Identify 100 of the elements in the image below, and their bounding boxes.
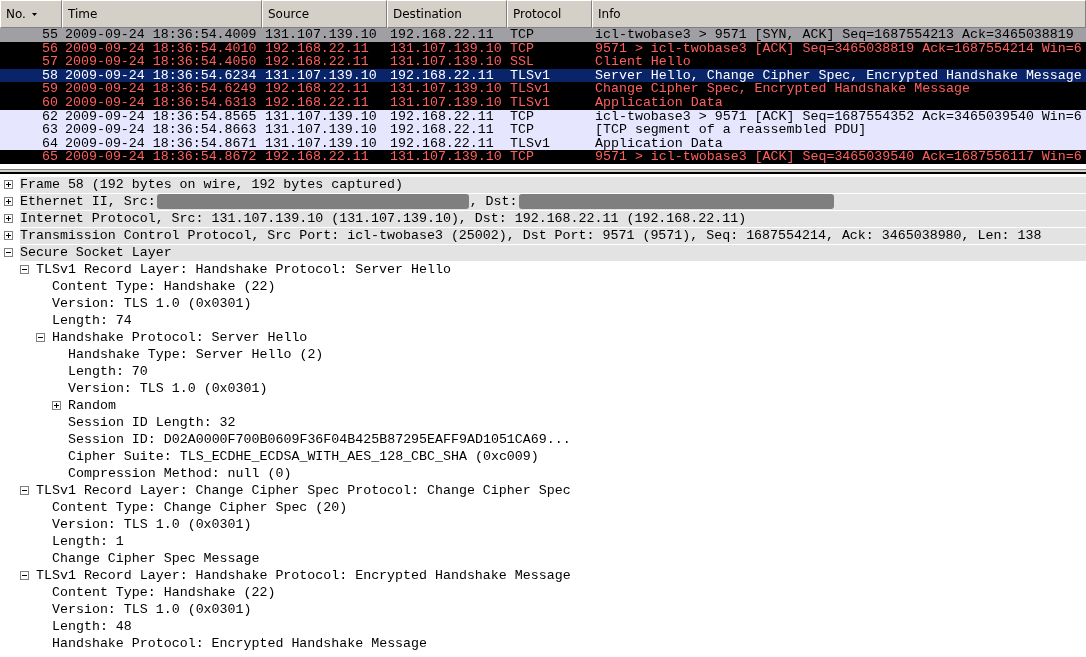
table-cell-text: 2009-09-24 18:36:54.8565: [64, 109, 258, 124]
table-cell-text: 57: [41, 55, 59, 69]
column-header[interactable]: Time: [62, 0, 262, 28]
detail-text[interactable]: Handshake Protocol: Encrypted Handshake Message: [52, 635, 428, 652]
table-cell-text: 192.168.22.11: [264, 150, 370, 164]
column-header[interactable]: No.: [0, 0, 62, 28]
table-cell-text: 2009-09-24 18:36:54.4050: [64, 55, 258, 69]
column-header[interactable]: Protocol: [507, 0, 592, 28]
detail-text[interactable]: Change Cipher Spec Message: [52, 550, 260, 567]
detail-text[interactable]: Internet Protocol, Src: 131.107.139.10 (131.107.139.10), Dst: 192.168.22.11 (192.168.22.11): [20, 210, 747, 227]
detail-text[interactable]: Version: TLS 1.0 (0x0301): [52, 516, 252, 533]
table-cell-text: TCP: [509, 150, 535, 164]
collapse-icon[interactable]: [4, 248, 13, 257]
table-cell-text: 2009-09-24 18:36:54.6249: [64, 82, 258, 96]
table-cell-text: 9571 > icl-twobase3 [ACK] Seq=3465038819 Ack=1687554214 Win=6: [594, 41, 1083, 56]
table-cell-text: TLSv1: [509, 82, 551, 96]
table-cell-text: TLSv1: [509, 136, 551, 151]
table-cell-text: 63: [41, 123, 59, 137]
table-cell-text: 131.107.139.10: [264, 68, 378, 83]
table-cell-text: 131.107.139.10: [389, 95, 503, 110]
packet-row[interactable]: 65 2009-09-24 18:36:54.8672 192.168.22.11 131.107.139.10 TCP 9571 > icl-twobase3 [ACK] Seq=3465039540 Ack=1687556117 Win=6: [0, 150, 1086, 164]
detail-text[interactable]: Content Type: Change Cipher Spec (20): [52, 499, 348, 516]
table-cell-text: 131.107.139.10: [389, 55, 503, 69]
detail-text[interactable]: Session ID: D02A0000F700B0609F36F04B425B87295EAFF9AD1051CA69...: [68, 431, 571, 448]
expand-icon[interactable]: [4, 180, 13, 189]
table-cell-text: icl-twobase3 > 9571 [ACK] Seq=1687554352 Ack=3465039540 Win=6: [594, 109, 1083, 124]
table-cell-text: 131.107.139.10: [264, 109, 378, 124]
packet-row[interactable]: 59 2009-09-24 18:36:54.6249 192.168.22.11 131.107.139.10 TLSv1 Change Cipher Spec, Encrypted Handshake Message: [0, 82, 1086, 96]
table-cell-text: 2009-09-24 18:36:54.8671: [64, 136, 258, 151]
table-cell-text: TCP: [509, 123, 535, 137]
detail-text[interactable]: Length: 74: [52, 312, 132, 329]
table-cell-text: 131.107.139.10: [264, 123, 378, 137]
table-cell-text: [TCP segment of a reassembled PDU]: [594, 123, 867, 137]
collapse-icon[interactable]: [36, 333, 45, 342]
table-cell-text: Client Hello: [594, 55, 692, 69]
table-cell-text: 192.168.22.11: [389, 109, 495, 124]
table-cell-text: 60: [41, 95, 59, 110]
packet-row[interactable]: 57 2009-09-24 18:36:54.4050 192.168.22.11 131.107.139.10 SSL Client Hello: [0, 55, 1086, 69]
detail-text[interactable]: Cipher Suite: TLS_ECDHE_ECDSA_WITH_AES_128_CBC_SHA (0xc009): [68, 448, 539, 465]
detail-text[interactable]: Random: [68, 397, 116, 414]
table-cell-text: Server Hello, Change Cipher Spec, Encrypted Handshake Message: [594, 68, 1083, 83]
table-cell-text: 131.107.139.10: [264, 28, 378, 42]
detail-text[interactable]: Frame 58 (192 bytes on wire, 192 bytes captured): [20, 176, 403, 193]
packet-row[interactable]: 63 2009-09-24 18:36:54.8663 131.107.139.10 192.168.22.11 TCP [TCP segment of a reassembled PDU]: [0, 123, 1086, 137]
table-cell-text: 59: [41, 82, 59, 96]
detail-text[interactable]: Version: TLS 1.0 (0x0301): [52, 295, 252, 312]
detail-text[interactable]: Session ID Length: 32: [68, 414, 236, 431]
table-cell-text: 9571 > icl-twobase3 [ACK] Seq=3465039540 Ack=1687556117 Win=6: [594, 150, 1083, 164]
table-cell-text: TCP: [509, 41, 535, 56]
table-cell-text: SSL: [509, 55, 535, 69]
table-cell-text: 2009-09-24 18:36:54.6313: [64, 95, 258, 110]
table-cell-text: 64: [41, 136, 59, 151]
detail-text[interactable]: Handshake Type: Server Hello (2): [68, 346, 324, 363]
table-cell-text: Application Data: [594, 95, 724, 110]
collapse-icon[interactable]: [20, 486, 29, 495]
table-cell-text: icl-twobase3 > 9571 [SYN, ACK] Seq=1687554213 Ack=3465038819: [594, 28, 1075, 42]
table-cell-text: 65: [41, 150, 59, 164]
detail-text[interactable]: Secure Socket Layer: [20, 244, 172, 261]
detail-text[interactable]: Compression Method: null (0): [68, 465, 292, 482]
packet-row[interactable]: 55 2009-09-24 18:36:54.4009 131.107.139.10 192.168.22.11 TCP icl-twobase3 > 9571 [SYN, ACK] Seq=1687554213 Ack=3465038819: [0, 28, 1086, 42]
detail-text[interactable]: Length: 70: [68, 363, 148, 380]
table-cell-text: 192.168.22.11: [389, 136, 495, 151]
detail-text[interactable]: TLSv1 Record Layer: Change Cipher Spec Protocol: Change Cipher Spec: [36, 482, 571, 499]
expand-icon[interactable]: [4, 197, 13, 206]
detail-text[interactable]: Length: 1: [52, 533, 124, 550]
column-header[interactable]: Destination: [387, 0, 507, 28]
detail-text: , Dst:: [469, 193, 518, 210]
detail-text[interactable]: TLSv1 Record Layer: Handshake Protocol: Server Hello: [36, 261, 451, 278]
detail-text[interactable]: Content Type: Handshake (22): [52, 278, 276, 295]
column-header[interactable]: Source: [262, 0, 387, 28]
table-cell-text: 131.107.139.10: [264, 136, 378, 151]
expand-icon[interactable]: [4, 214, 13, 223]
table-cell-text: 192.168.22.11: [264, 95, 370, 110]
table-cell-text: 58: [41, 68, 59, 83]
table-cell-text: Application Data: [594, 136, 724, 151]
table-cell-text: 192.168.22.11: [389, 123, 495, 137]
detail-text[interactable]: Version: TLS 1.0 (0x0301): [52, 601, 252, 618]
detail-text[interactable]: Handshake Protocol: Server Hello: [52, 329, 308, 346]
table-cell-text: 192.168.22.11: [389, 68, 495, 83]
table-cell-text: TCP: [509, 109, 535, 124]
collapse-icon[interactable]: [20, 571, 29, 580]
table-cell-text: 2009-09-24 18:36:54.6234: [64, 68, 258, 83]
column-header[interactable]: Info: [592, 0, 1086, 28]
detail-text[interactable]: TLSv1 Record Layer: Handshake Protocol: Encrypted Handshake Message: [36, 567, 571, 584]
collapse-icon[interactable]: [20, 265, 29, 274]
detail-text[interactable]: Version: TLS 1.0 (0x0301): [68, 380, 268, 397]
table-cell-text: 62: [41, 109, 59, 124]
detail-text[interactable]: Transmission Control Protocol, Src Port: icl-twobase3 (25002), Dst Port: 9571 (9571), Seq: 1687554214, Ack: 3465038980, Len: 138: [20, 227, 1042, 244]
table-cell-text: 2009-09-24 18:36:54.4009: [64, 28, 258, 42]
expand-icon[interactable]: [4, 231, 13, 240]
table-cell-text: 192.168.22.11: [389, 28, 495, 42]
table-cell-text: Change Cipher Spec, Encrypted Handshake Message: [594, 82, 972, 96]
table-cell-text: 131.107.139.10: [389, 41, 503, 56]
table-cell-text: TCP: [509, 28, 535, 42]
detail-text[interactable]: Content Type: Handshake (22): [52, 584, 276, 601]
table-cell-text: 192.168.22.11: [264, 41, 370, 56]
table-cell-text: 2009-09-24 18:36:54.4010: [64, 41, 258, 56]
expand-icon[interactable]: [52, 401, 61, 410]
detail-text[interactable]: Length: 48: [52, 618, 132, 635]
table-cell-text: 131.107.139.10: [389, 82, 503, 96]
